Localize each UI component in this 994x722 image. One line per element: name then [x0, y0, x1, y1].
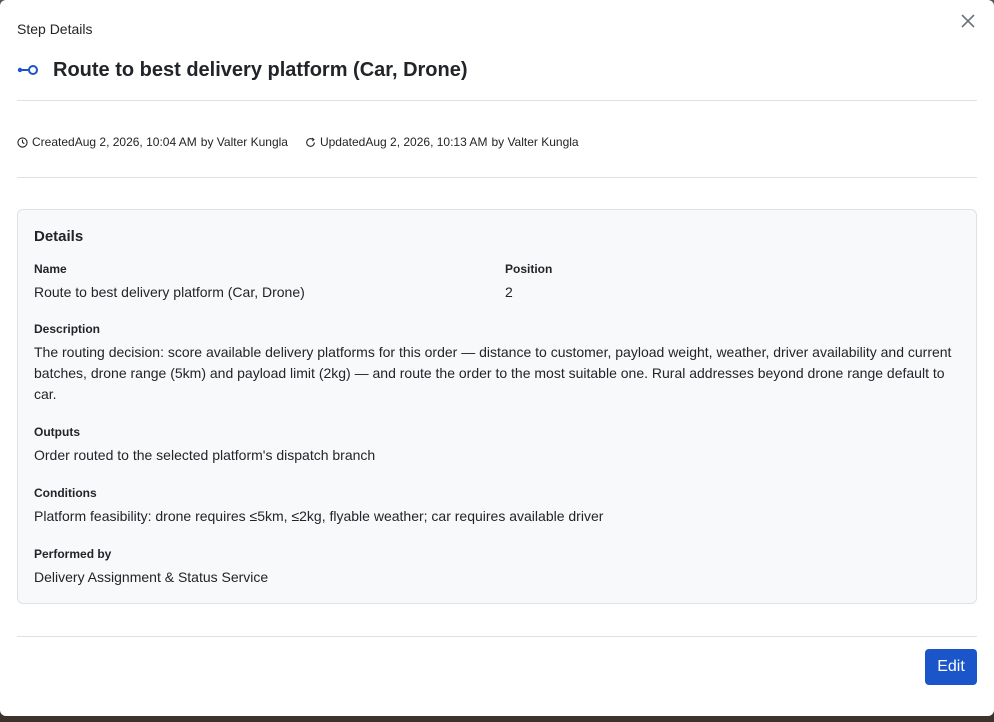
description-label: Description — [34, 322, 101, 336]
modal-header: Step Details Route to best delivery plat… — [17, 0, 977, 101]
updated-meta: Updated Aug 2, 2026, 10:13 AM by Valter … — [305, 135, 579, 149]
clock-icon — [17, 136, 28, 148]
description-value: The routing decision: score available de… — [34, 344, 952, 402]
performed-by-label: Performed by — [34, 547, 112, 561]
modal-footer: Edit — [17, 636, 977, 697]
updated-by: by Valter Kungla — [491, 135, 579, 149]
title-row: Route to best delivery platform (Car, Dr… — [17, 58, 468, 82]
name-label: Name — [34, 262, 67, 276]
route-icon — [17, 58, 41, 82]
details-card: Details Name Route to best delivery plat… — [17, 209, 977, 604]
name-value: Route to best delivery platform (Car, Dr… — [34, 284, 305, 300]
outputs-label: Outputs — [34, 425, 80, 439]
updated-at: Aug 2, 2026, 10:13 AM — [365, 135, 488, 149]
meta-row: Created Aug 2, 2026, 10:04 AM by Valter … — [17, 135, 977, 178]
performed-by-value: Delivery Assignment & Status Service — [34, 569, 269, 585]
refresh-icon — [306, 137, 315, 147]
modal-kicker: Step Details — [17, 21, 93, 37]
edit-button[interactable]: Edit — [925, 649, 977, 685]
step-details-modal: Step Details Route to best delivery plat… — [0, 0, 994, 716]
conditions-value: Platform feasibility: drone requires ≤5k… — [34, 508, 604, 524]
created-by: by Valter Kungla — [200, 135, 288, 149]
close-icon — [961, 14, 975, 28]
created-label: Created — [32, 135, 75, 149]
outputs-value: Order routed to the selected platform's … — [34, 447, 376, 463]
position-value: 2 — [505, 284, 513, 300]
page-title: Route to best delivery platform (Car, Dr… — [53, 58, 468, 81]
close-button[interactable] — [957, 10, 979, 32]
updated-label: Updated — [319, 135, 366, 149]
conditions-label: Conditions — [34, 486, 97, 500]
details-heading: Details — [34, 228, 84, 245]
position-label: Position — [505, 262, 553, 276]
created-at: Aug 2, 2026, 10:04 AM — [74, 135, 197, 149]
created-meta: Created Aug 2, 2026, 10:04 AM by Valter … — [17, 135, 288, 149]
